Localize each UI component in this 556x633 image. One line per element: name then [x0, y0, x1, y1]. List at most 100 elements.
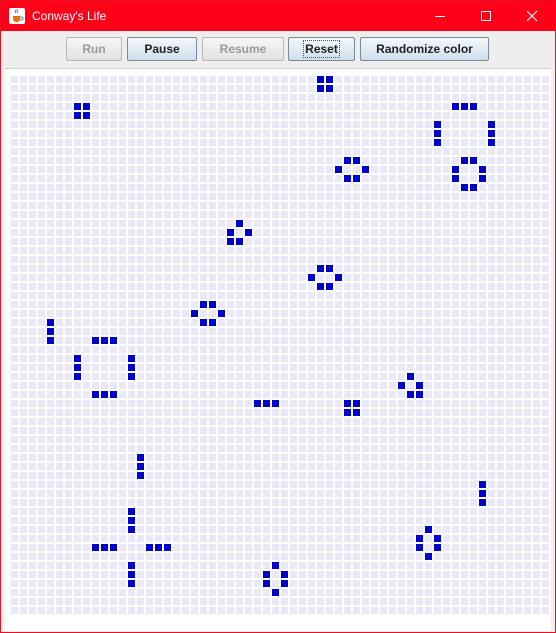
dead-cell[interactable] [488, 436, 495, 443]
dead-cell[interactable] [236, 598, 243, 605]
dead-cell[interactable] [236, 391, 243, 398]
dead-cell[interactable] [200, 472, 207, 479]
dead-cell[interactable] [254, 346, 261, 353]
dead-cell[interactable] [200, 247, 207, 254]
dead-cell[interactable] [191, 463, 198, 470]
dead-cell[interactable] [389, 202, 396, 209]
dead-cell[interactable] [227, 544, 234, 551]
dead-cell[interactable] [452, 346, 459, 353]
dead-cell[interactable] [272, 418, 279, 425]
dead-cell[interactable] [218, 202, 225, 209]
dead-cell[interactable] [389, 508, 396, 515]
dead-cell[interactable] [227, 373, 234, 380]
dead-cell[interactable] [515, 562, 522, 569]
dead-cell[interactable] [452, 481, 459, 488]
dead-cell[interactable] [317, 373, 324, 380]
live-cell[interactable] [416, 382, 423, 389]
dead-cell[interactable] [137, 409, 144, 416]
dead-cell[interactable] [245, 535, 252, 542]
dead-cell[interactable] [308, 112, 315, 119]
dead-cell[interactable] [380, 571, 387, 578]
dead-cell[interactable] [308, 535, 315, 542]
dead-cell[interactable] [182, 103, 189, 110]
dead-cell[interactable] [218, 508, 225, 515]
dead-cell[interactable] [218, 436, 225, 443]
dead-cell[interactable] [335, 283, 342, 290]
dead-cell[interactable] [389, 418, 396, 425]
dead-cell[interactable] [362, 256, 369, 263]
dead-cell[interactable] [128, 535, 135, 542]
dead-cell[interactable] [290, 580, 297, 587]
dead-cell[interactable] [434, 229, 441, 236]
dead-cell[interactable] [281, 454, 288, 461]
dead-cell[interactable] [506, 346, 513, 353]
dead-cell[interactable] [74, 220, 81, 227]
live-cell[interactable] [128, 571, 135, 578]
dead-cell[interactable] [137, 274, 144, 281]
dead-cell[interactable] [146, 364, 153, 371]
dead-cell[interactable] [20, 319, 27, 326]
dead-cell[interactable] [344, 355, 351, 362]
dead-cell[interactable] [83, 238, 90, 245]
dead-cell[interactable] [326, 454, 333, 461]
dead-cell[interactable] [344, 76, 351, 83]
dead-cell[interactable] [308, 193, 315, 200]
dead-cell[interactable] [173, 427, 180, 434]
dead-cell[interactable] [299, 112, 306, 119]
dead-cell[interactable] [542, 445, 549, 452]
dead-cell[interactable] [254, 85, 261, 92]
dead-cell[interactable] [479, 274, 486, 281]
dead-cell[interactable] [425, 463, 432, 470]
dead-cell[interactable] [335, 526, 342, 533]
dead-cell[interactable] [119, 148, 126, 155]
dead-cell[interactable] [488, 598, 495, 605]
dead-cell[interactable] [236, 319, 243, 326]
dead-cell[interactable] [389, 427, 396, 434]
dead-cell[interactable] [38, 148, 45, 155]
dead-cell[interactable] [74, 418, 81, 425]
dead-cell[interactable] [128, 283, 135, 290]
dead-cell[interactable] [47, 292, 54, 299]
dead-cell[interactable] [326, 571, 333, 578]
dead-cell[interactable] [191, 274, 198, 281]
dead-cell[interactable] [38, 175, 45, 182]
dead-cell[interactable] [191, 553, 198, 560]
dead-cell[interactable] [209, 400, 216, 407]
dead-cell[interactable] [317, 472, 324, 479]
dead-cell[interactable] [479, 382, 486, 389]
dead-cell[interactable] [20, 463, 27, 470]
dead-cell[interactable] [101, 382, 108, 389]
dead-cell[interactable] [524, 346, 531, 353]
dead-cell[interactable] [263, 454, 270, 461]
dead-cell[interactable] [47, 490, 54, 497]
dead-cell[interactable] [47, 589, 54, 596]
dead-cell[interactable] [29, 202, 36, 209]
dead-cell[interactable] [425, 562, 432, 569]
dead-cell[interactable] [461, 148, 468, 155]
dead-cell[interactable] [92, 481, 99, 488]
dead-cell[interactable] [191, 292, 198, 299]
dead-cell[interactable] [65, 292, 72, 299]
dead-cell[interactable] [56, 364, 63, 371]
dead-cell[interactable] [92, 283, 99, 290]
dead-cell[interactable] [290, 337, 297, 344]
dead-cell[interactable] [479, 571, 486, 578]
dead-cell[interactable] [389, 346, 396, 353]
dead-cell[interactable] [11, 238, 18, 245]
dead-cell[interactable] [128, 463, 135, 470]
dead-cell[interactable] [218, 103, 225, 110]
dead-cell[interactable] [344, 418, 351, 425]
dead-cell[interactable] [326, 580, 333, 587]
dead-cell[interactable] [506, 229, 513, 236]
dead-cell[interactable] [146, 103, 153, 110]
dead-cell[interactable] [281, 391, 288, 398]
dead-cell[interactable] [533, 85, 540, 92]
dead-cell[interactable] [83, 382, 90, 389]
dead-cell[interactable] [29, 76, 36, 83]
dead-cell[interactable] [200, 373, 207, 380]
dead-cell[interactable] [263, 589, 270, 596]
dead-cell[interactable] [470, 391, 477, 398]
dead-cell[interactable] [380, 499, 387, 506]
dead-cell[interactable] [92, 310, 99, 317]
dead-cell[interactable] [263, 229, 270, 236]
